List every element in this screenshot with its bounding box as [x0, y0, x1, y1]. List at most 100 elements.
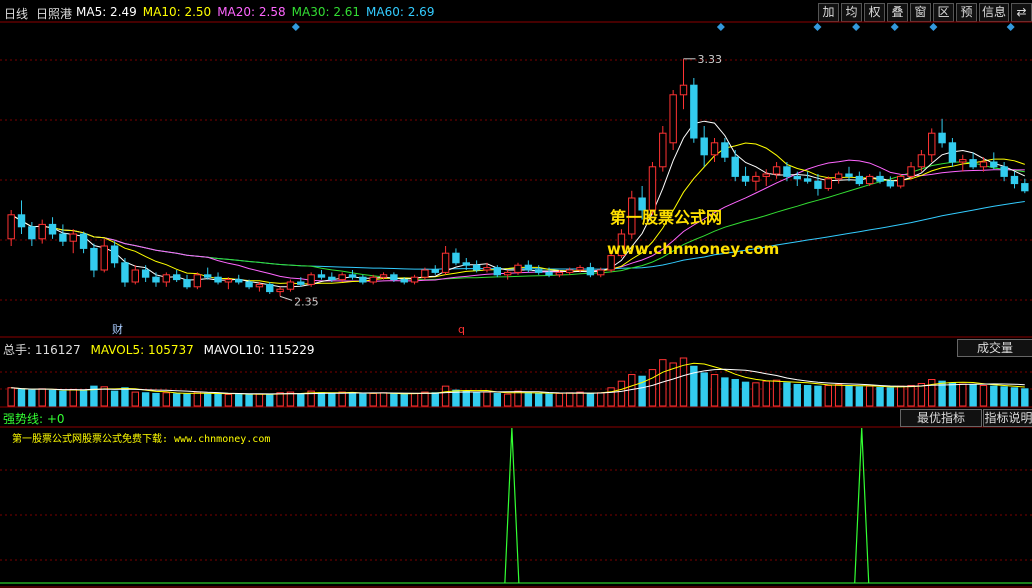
candle-body [307, 274, 315, 285]
volume-bar [400, 393, 408, 407]
candle-body [917, 154, 926, 168]
candle-body [28, 226, 36, 240]
volume-bar [59, 390, 67, 407]
indicator-desc-button[interactable]: 指标说明 [983, 409, 1032, 427]
kline-chart[interactable]: 3.33 2.35 财 q [0, 0, 1032, 588]
candle-body [576, 267, 584, 271]
volume-bar [338, 391, 346, 407]
candle-body [886, 180, 895, 187]
volume-bar [266, 393, 274, 407]
candle-body [700, 137, 708, 156]
candle-body [669, 94, 677, 144]
candle-body [410, 276, 419, 283]
candle-body [959, 159, 967, 163]
best-indicator-button[interactable]: 最优指标 [900, 409, 982, 427]
candle-body [783, 166, 791, 177]
volume-bar [410, 392, 419, 407]
candle-body [110, 245, 119, 264]
volume-bar [17, 388, 26, 407]
candle-body [969, 159, 977, 168]
candle-body [690, 84, 698, 139]
candle-body [524, 264, 533, 271]
total-label: 总手: [3, 343, 32, 357]
event-marker-icon [929, 23, 938, 31]
volume-bar [441, 385, 450, 407]
candle-body [17, 214, 26, 228]
volume-bar [79, 390, 88, 407]
candle-body [814, 180, 822, 189]
volume-bar [193, 391, 202, 407]
candle-body [545, 271, 553, 276]
volume-bar [979, 384, 988, 407]
candle-body [1021, 183, 1029, 192]
volume-bar [48, 389, 57, 407]
volume-bar [545, 393, 553, 407]
volume-bar [586, 392, 595, 407]
volume-bar [493, 392, 502, 407]
volume-bar [814, 385, 822, 407]
event-marker-icon [890, 23, 899, 31]
volume-bar [1000, 386, 1008, 407]
candle-body [659, 132, 667, 168]
volume-bar [514, 390, 522, 407]
candle-body [276, 288, 284, 293]
candle-body [421, 269, 429, 278]
candle-body [359, 276, 367, 283]
candle-body [803, 178, 812, 182]
candle-body [141, 269, 150, 278]
volume-bar [472, 392, 481, 407]
candle-body [286, 281, 295, 290]
watermark-url: www.chnmoney.com [607, 240, 780, 258]
candle-body [297, 281, 305, 285]
candle-body [121, 262, 129, 283]
candle-body [7, 214, 15, 240]
volume-bar [255, 393, 264, 407]
volume-bar [1021, 388, 1029, 407]
volume-bar [803, 384, 812, 407]
candle-body [48, 223, 57, 235]
event-marker-icon [716, 23, 725, 31]
candle-body [379, 274, 388, 278]
volume-bar [710, 374, 719, 407]
indicator-note: 第一股票公式网股票公式免费下载: www.chnmoney.com [12, 434, 271, 445]
volume-bar [959, 383, 967, 407]
indicator-name: 强势线: [3, 412, 44, 426]
candle-body [731, 156, 739, 177]
candle-body [586, 267, 595, 276]
candle-body [741, 175, 750, 182]
candle-body [483, 267, 491, 271]
candle-body [845, 173, 853, 177]
chengjiaoliang-button[interactable]: 成交量 [957, 339, 1032, 357]
candle-body [69, 233, 77, 242]
candle-body [503, 271, 512, 276]
volume-bar [38, 388, 46, 407]
volume-bar [824, 384, 833, 407]
volume-bar [121, 387, 129, 407]
candle-body [679, 84, 688, 96]
volume-bar [328, 392, 336, 407]
volume-bar [762, 380, 770, 407]
volume-bar [141, 392, 150, 407]
volume-bar [162, 392, 171, 407]
candle-body [514, 264, 522, 273]
volume-bar [534, 392, 543, 407]
volume-bar [721, 377, 729, 407]
indicator-legend: 强势线: +0 [3, 410, 65, 427]
candle-body [566, 269, 574, 273]
volume-bar [597, 392, 605, 407]
volume-bar [752, 382, 760, 407]
volume-bar [865, 385, 874, 407]
volume-bar [576, 391, 584, 407]
candle-body [224, 279, 233, 283]
candle-body [907, 166, 915, 177]
candle-body [928, 132, 936, 156]
candle-body [266, 283, 274, 293]
candle-body [752, 175, 760, 182]
event-marker-icon [291, 23, 300, 31]
volume-bar [235, 393, 243, 407]
low-price-label: 2.35 [294, 295, 319, 308]
volume-bar [648, 369, 657, 407]
event-marker-icon [813, 23, 822, 31]
event-marker-icon [852, 23, 861, 31]
volume-bar [1010, 387, 1019, 407]
